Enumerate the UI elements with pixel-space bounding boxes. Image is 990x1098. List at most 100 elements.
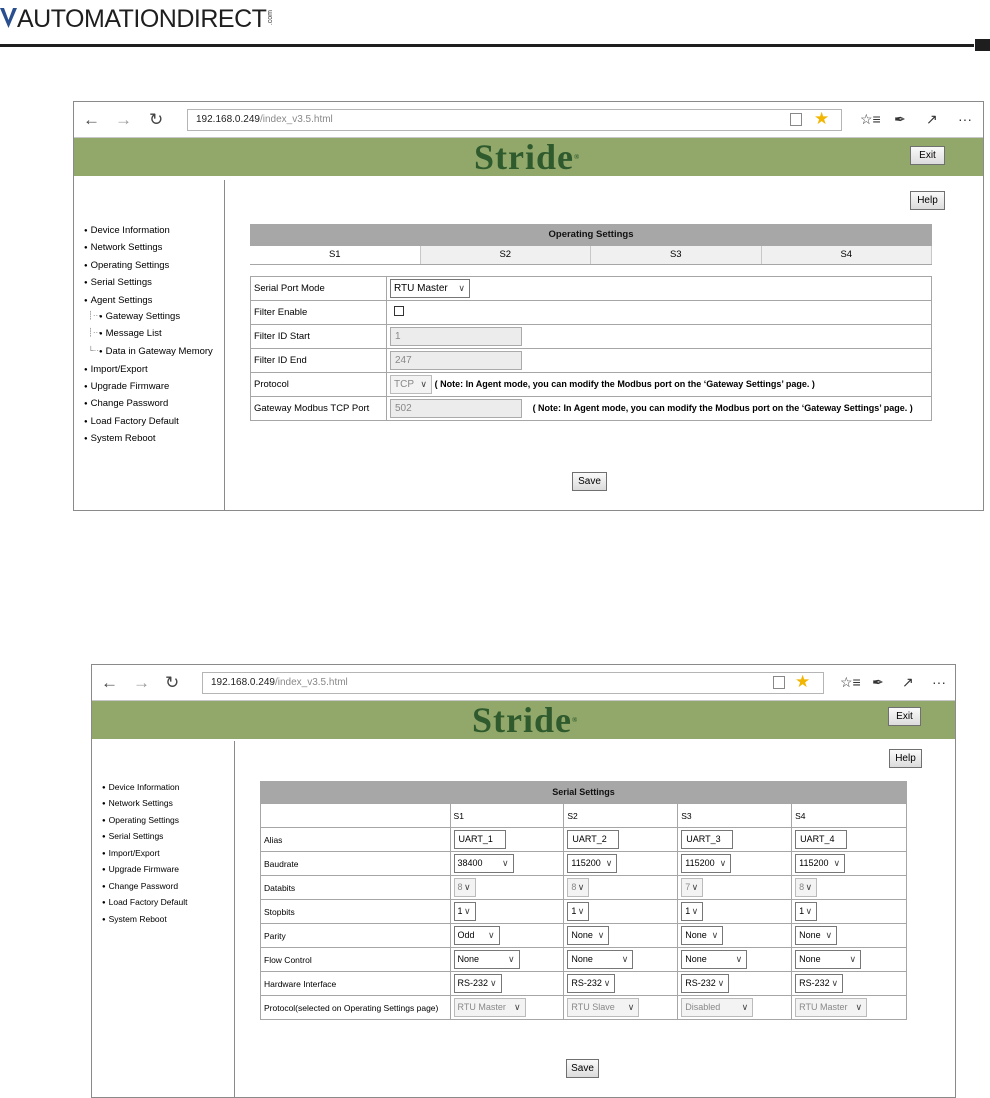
flow-control-select[interactable]: None — [681, 950, 748, 969]
sidebar-item-load-factory-default[interactable]: Load Factory Default — [102, 897, 188, 907]
serial-port-mode-select[interactable]: RTU Master — [390, 279, 470, 298]
sidebar-item-system-reboot[interactable]: System Reboot — [102, 914, 167, 924]
parity-select[interactable]: Odd — [453, 926, 500, 945]
flow-control-select[interactable]: None — [795, 950, 862, 969]
sidebar-item-message-list[interactable]: Message List — [99, 328, 162, 339]
sidebar-item-operating-settings[interactable]: Operating Settings — [84, 260, 170, 271]
sidebar-item-serial-settings[interactable]: Serial Settings — [102, 831, 164, 841]
more-icon[interactable]: ··· — [958, 111, 972, 127]
reading-view-icon[interactable] — [773, 676, 785, 689]
row-label: Filter Enable — [250, 300, 387, 325]
row-label: Filter ID Start — [250, 324, 387, 349]
more-icon[interactable]: ··· — [932, 674, 946, 690]
alias-field[interactable]: UART_4 — [795, 830, 848, 849]
header-cell: S2 — [563, 803, 679, 828]
url-field[interactable]: 192.168.0.249/index_v3.5.html ★ — [202, 672, 824, 694]
sidebar-item-operating-settings[interactable]: Operating Settings — [102, 815, 179, 825]
alias-field[interactable]: UART_3 — [681, 830, 734, 849]
url-field[interactable]: 192.168.0.249/index_v3.5.html ★ — [187, 109, 842, 131]
pen-icon[interactable]: ✒ — [894, 111, 906, 127]
table-cell: RS-232 — [791, 971, 907, 996]
sidebar-item-load-factory-default[interactable]: Load Factory Default — [84, 416, 179, 427]
sidebar-item-gateway-settings[interactable]: Gateway Settings — [99, 311, 180, 322]
sidebar-item-change-password[interactable]: Change Password — [84, 398, 169, 409]
stopbits-select[interactable]: 1 — [795, 902, 818, 921]
favorites-list-icon[interactable]: ☆≡ — [860, 111, 881, 127]
alias-field[interactable]: UART_1 — [453, 830, 506, 849]
forward-arrow-icon[interactable]: → — [115, 111, 132, 128]
stopbits-select[interactable]: 1 — [453, 902, 476, 921]
hardware-interface-select[interactable]: RS-232 — [453, 974, 502, 993]
sidebar-item-system-reboot[interactable]: System Reboot — [84, 433, 156, 444]
hardware-interface-select[interactable]: RS-232 — [567, 974, 616, 993]
databits-select[interactable]: 8 — [567, 878, 590, 897]
exit-button[interactable]: Exit — [888, 707, 921, 726]
protocol-select[interactable]: TCP — [390, 375, 432, 394]
baudrate-select[interactable]: 38400 — [453, 854, 514, 873]
sidebar-item-network-settings[interactable]: Network Settings — [102, 798, 173, 808]
table-row: ParityOdd None None None — [260, 923, 907, 948]
back-arrow-icon[interactable]: ← — [83, 111, 100, 128]
forward-arrow-icon[interactable]: → — [133, 674, 150, 691]
share-icon[interactable]: ↗ — [902, 674, 914, 690]
sidebar-item-device-information[interactable]: Device Information — [84, 225, 170, 236]
filter-id-start-field[interactable]: 1 — [390, 327, 522, 346]
protocol-select[interactable]: Disabled — [681, 998, 754, 1017]
stopbits-select[interactable]: 1 — [567, 902, 590, 921]
sidebar-item-import-export[interactable]: Import/Export — [102, 848, 160, 858]
protocol-select[interactable]: RTU Slave — [567, 998, 640, 1017]
pen-icon[interactable]: ✒ — [872, 674, 884, 690]
hardware-interface-select[interactable]: RS-232 — [795, 974, 844, 993]
table-row: Stopbits1111 — [260, 899, 907, 924]
baudrate-select[interactable]: 115200 — [567, 854, 618, 873]
protocol-select[interactable]: RTU Master — [453, 998, 526, 1017]
share-icon[interactable]: ↗ — [926, 111, 938, 127]
sidebar-item-upgrade-firmware[interactable]: Upgrade Firmware — [102, 864, 179, 874]
favorite-star-icon[interactable]: ★ — [814, 109, 829, 129]
favorite-star-icon[interactable]: ★ — [795, 672, 810, 692]
baudrate-select[interactable]: 115200 — [795, 854, 846, 873]
exit-button[interactable]: Exit — [910, 146, 945, 165]
parity-select[interactable]: None — [567, 926, 610, 945]
filter-id-end-field[interactable]: 247 — [390, 351, 522, 370]
tab-s1[interactable]: S1 — [250, 246, 421, 264]
flow-control-select[interactable]: None — [453, 950, 520, 969]
save-button[interactable]: Save — [572, 472, 607, 491]
save-button[interactable]: Save — [566, 1059, 599, 1078]
favorites-list-icon[interactable]: ☆≡ — [840, 674, 861, 690]
sidebar-item-upgrade-firmware[interactable]: Upgrade Firmware — [84, 381, 170, 392]
filter-enable-checkbox[interactable] — [394, 306, 404, 316]
sidebar-item-change-password[interactable]: Change Password — [102, 881, 178, 891]
sidebar-item-agent-settings[interactable]: Agent Settings — [84, 295, 153, 306]
header-cell: S1 — [449, 803, 565, 828]
table-cell: RS-232 — [449, 971, 565, 996]
gateway-modbus-port-field[interactable]: 502 — [390, 399, 522, 418]
baudrate-select[interactable]: 115200 — [681, 854, 732, 873]
tab-s2[interactable]: S2 — [420, 246, 591, 264]
sidebar-item-network-settings[interactable]: Network Settings — [84, 242, 163, 253]
sidebar-item-import-export[interactable]: Import/Export — [84, 364, 148, 375]
stopbits-select[interactable]: 1 — [681, 902, 704, 921]
back-arrow-icon[interactable]: ← — [101, 674, 118, 691]
refresh-icon[interactable]: ↻ — [149, 111, 163, 128]
help-button[interactable]: Help — [910, 191, 945, 210]
sidebar-item-data-in-gateway-memory[interactable]: Data in Gateway Memory — [99, 346, 213, 357]
sidebar-item-serial-settings[interactable]: Serial Settings — [84, 277, 152, 288]
parity-select[interactable]: None — [681, 926, 724, 945]
protocol-select[interactable]: RTU Master — [795, 998, 868, 1017]
row-label: Filter ID End — [250, 348, 387, 373]
databits-select[interactable]: 7 — [681, 878, 704, 897]
url-host: 192.168.0.249 — [211, 677, 275, 688]
help-button[interactable]: Help — [889, 749, 922, 768]
reading-view-icon[interactable] — [790, 113, 802, 126]
tab-s4[interactable]: S4 — [761, 246, 932, 264]
tab-s3[interactable]: S3 — [591, 246, 762, 264]
alias-field[interactable]: UART_2 — [567, 830, 620, 849]
refresh-icon[interactable]: ↻ — [165, 674, 179, 691]
sidebar-item-device-information[interactable]: Device Information — [102, 782, 180, 792]
parity-select[interactable]: None — [795, 926, 838, 945]
databits-select[interactable]: 8 — [795, 878, 818, 897]
flow-control-select[interactable]: None — [567, 950, 634, 969]
databits-select[interactable]: 8 — [453, 878, 476, 897]
hardware-interface-select[interactable]: RS-232 — [681, 974, 730, 993]
